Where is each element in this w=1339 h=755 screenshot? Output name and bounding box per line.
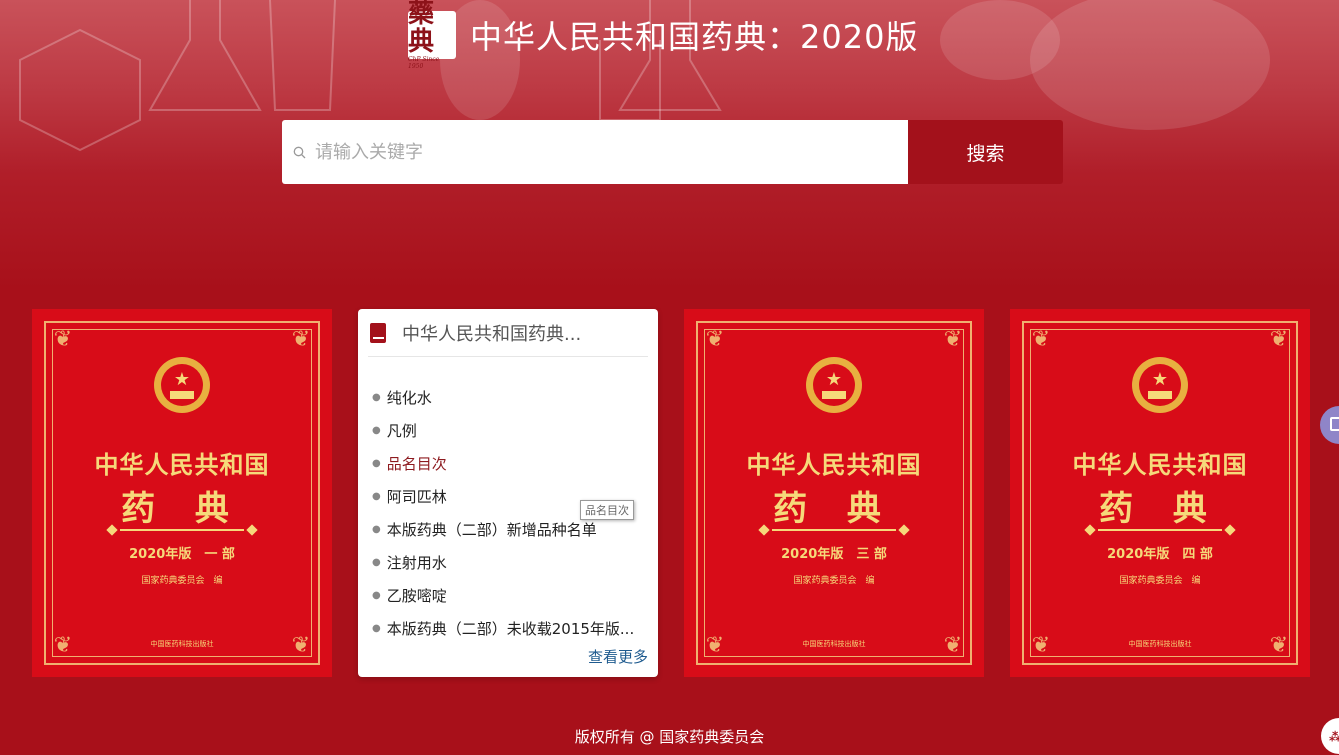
list-item-label: 品名目次 [386,455,447,473]
list-item-label: 纯化水 [386,389,432,407]
list-item[interactable]: ● 品名目次 [372,447,648,480]
bullet-icon: ● [372,491,381,502]
svg-text:★: ★ [174,369,190,390]
book-name: 药 典 [1099,489,1221,529]
book-publisher: 中国医药科技出版社 [802,640,866,648]
document-icon [1330,417,1339,431]
book-edition: 2020年版 三 部 [781,547,887,562]
chp-logo[interactable]: 藥典 ChP Since 1950 [408,0,456,70]
svg-text:★: ★ [826,369,842,390]
book-name: 药 典 [121,489,243,529]
copyright-footer: 版权所有 @ 国家药典委员会 [574,728,765,746]
book-name: 药 典 [773,489,895,529]
book-editor: 国家药典委员会 编 [793,576,875,586]
book-icon [370,322,386,343]
book-title: 中华人民共和国 [94,450,270,479]
book-edition: 2020年版 四 部 [1107,547,1213,562]
title-rule [772,529,896,531]
book-edition: 2020年版 一 部 [129,547,235,562]
list-item-label: 本版药典（二部）未收载2015年版... [386,620,635,638]
book-publisher: 中国医药科技出版社 [150,640,214,648]
list-item-label: 凡例 [386,422,417,440]
volume-2-contents-card: 中华人民共和国药典... ● 纯化水 ● 凡例 ● 品名目次 ● 阿司匹林 ● 本版药典（… [358,309,658,677]
corner-ornament-icon: ❦ [943,327,963,352]
bullet-icon: ● [372,623,381,634]
corner-ornament-icon: ❦ [705,327,725,352]
corner-float-widget[interactable]: ⁂ [1321,718,1339,754]
title-rule [1098,529,1222,531]
corner-ornament-icon: ❦ [1269,327,1289,352]
bullet-icon: ● [372,392,381,403]
search-button[interactable]: 搜索 [908,120,1063,184]
bullet-icon: ● [372,458,381,469]
list-item-label: 阿司匹林 [386,488,447,506]
bullet-icon: ● [372,524,381,535]
list-item-label: 乙胺嘧啶 [386,587,447,605]
logo-since: ChP Since 1950 [408,56,440,70]
logo-seal: 藥典 [408,0,435,57]
list-item[interactable]: ● 注射用水 [372,546,648,579]
national-emblem-icon: ★ [154,357,210,413]
book-editor: 国家药典委员会 编 [1119,576,1201,586]
bullet-icon: ● [372,557,381,568]
card-title[interactable]: 中华人民共和国药典... [402,320,581,346]
list-item[interactable]: ● 本版药典（二部）未收载2015年版... [372,612,648,645]
corner-ornament-icon: ❦ [1031,327,1051,352]
bullet-icon: ● [372,590,381,601]
book-cover-volume-3[interactable]: ❦ ❦ ❦ ❦ ★ 中华人民共和国 药 典 2020年版 三 部 国家药典委员会… [684,309,984,677]
card-header: 中华人民共和国药典... [368,309,648,357]
list-item[interactable]: ● 乙胺嘧啶 [372,579,648,612]
book-editor: 国家药典委员会 编 [141,576,223,586]
list-item-label: 本版药典（二部）新增品种名单 [386,521,597,539]
site-title: 中华人民共和国药典：2020版 [470,18,919,56]
side-feedback-widget[interactable] [1320,406,1339,444]
view-more-link[interactable]: 查看更多 [588,646,648,667]
corner-ornament-icon: ❦ [291,327,311,352]
book-cover-volume-1[interactable]: ❦ ❦ ❦ ❦ ★ 中华人民共和国 药 典 2020年版 一 部 国家药典委员会… [32,309,332,677]
book-title: 中华人民共和国 [746,450,922,479]
title-rule [120,529,244,531]
search-icon [293,145,307,159]
national-emblem-icon: ★ [806,357,862,413]
search-box [282,120,908,184]
share-icon: ⁂ [1329,730,1339,744]
list-item[interactable]: ● 纯化水 [372,381,648,414]
list-item-label: 注射用水 [386,554,447,572]
book-title: 中华人民共和国 [1072,450,1248,479]
site-header: 藥典 ChP Since 1950 中华人民共和国药典：2020版 [408,0,919,70]
book-cover-volume-4[interactable]: ❦ ❦ ❦ ❦ ★ 中华人民共和国 药 典 2020年版 四 部 国家药典委员会… [1010,309,1310,677]
search-input[interactable] [313,140,877,164]
national-emblem-icon: ★ [1132,357,1188,413]
list-item[interactable]: ● 凡例 [372,414,648,447]
book-publisher: 中国医药科技出版社 [1128,640,1192,648]
svg-text:★: ★ [1152,369,1168,390]
bullet-icon: ● [372,425,381,436]
tooltip: 品名目次 [580,500,634,520]
corner-ornament-icon: ❦ [53,327,73,352]
